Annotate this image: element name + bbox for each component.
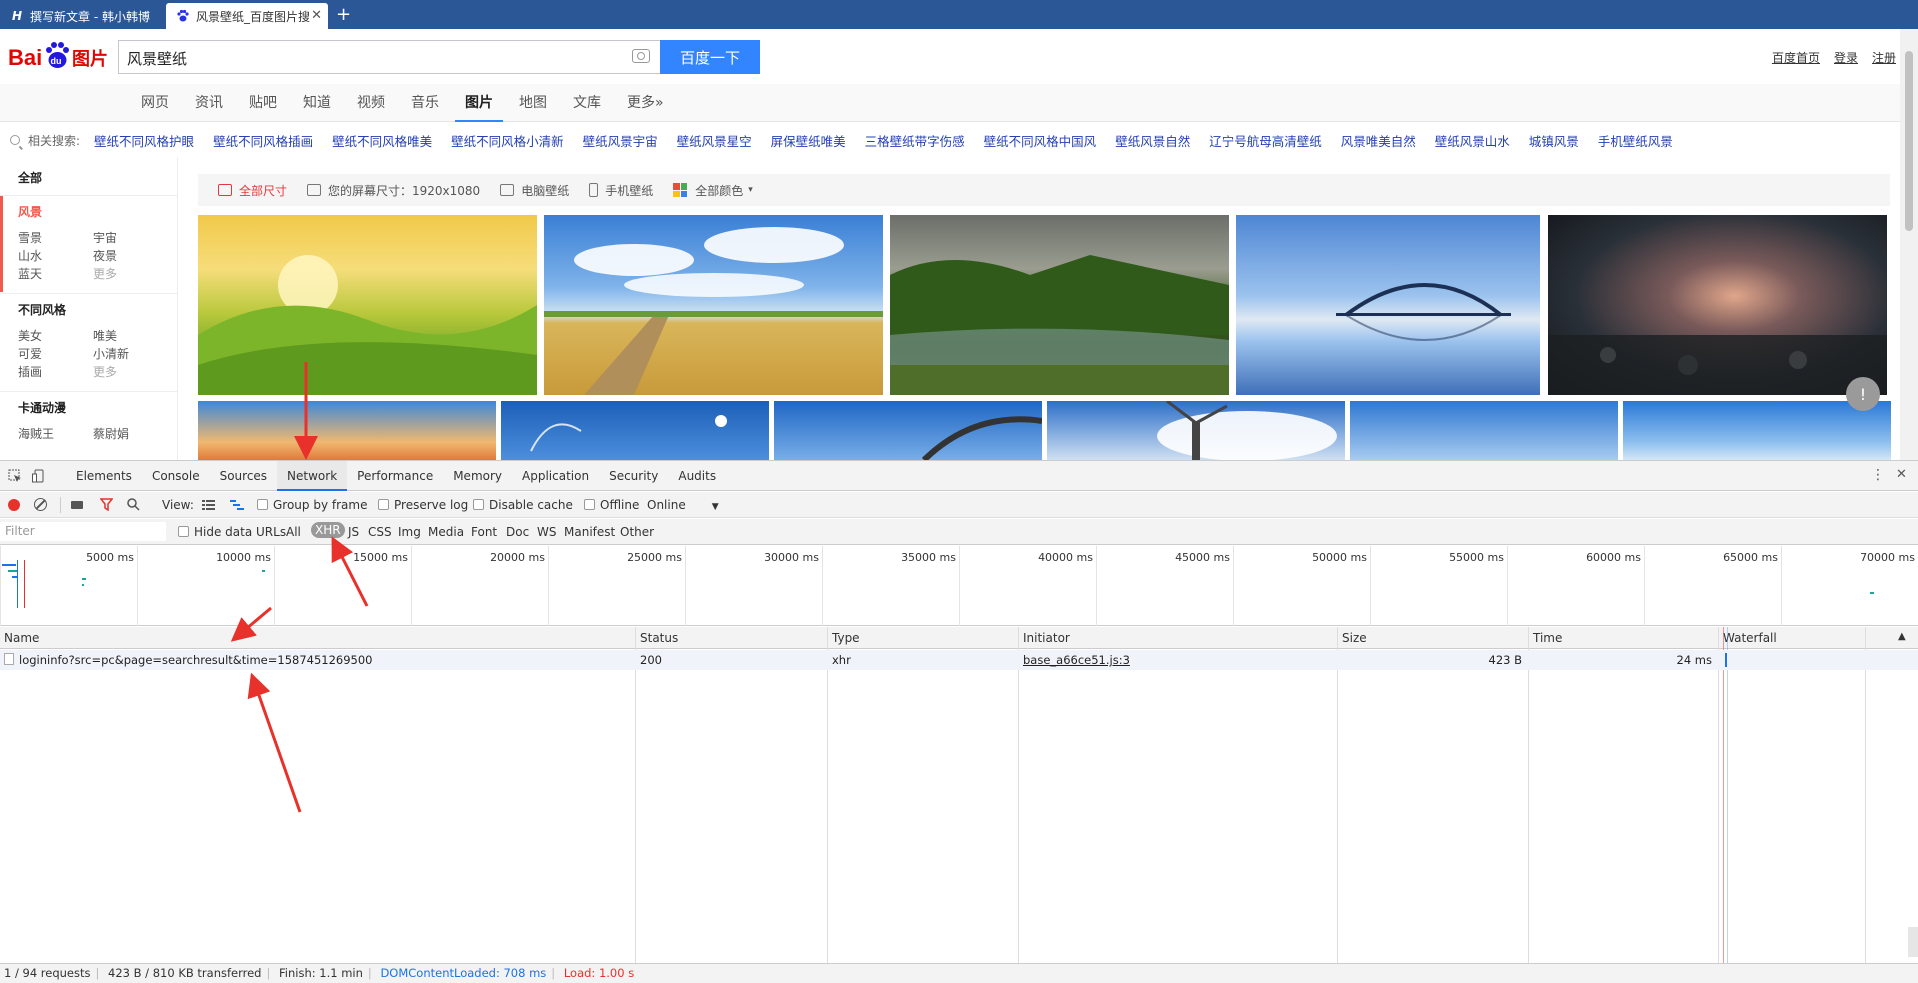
annotation-arrows bbox=[230, 362, 369, 813]
annotation-arrow bbox=[230, 606, 272, 642]
annotation-arrow bbox=[247, 672, 302, 813]
annotation-arrow bbox=[331, 536, 369, 607]
